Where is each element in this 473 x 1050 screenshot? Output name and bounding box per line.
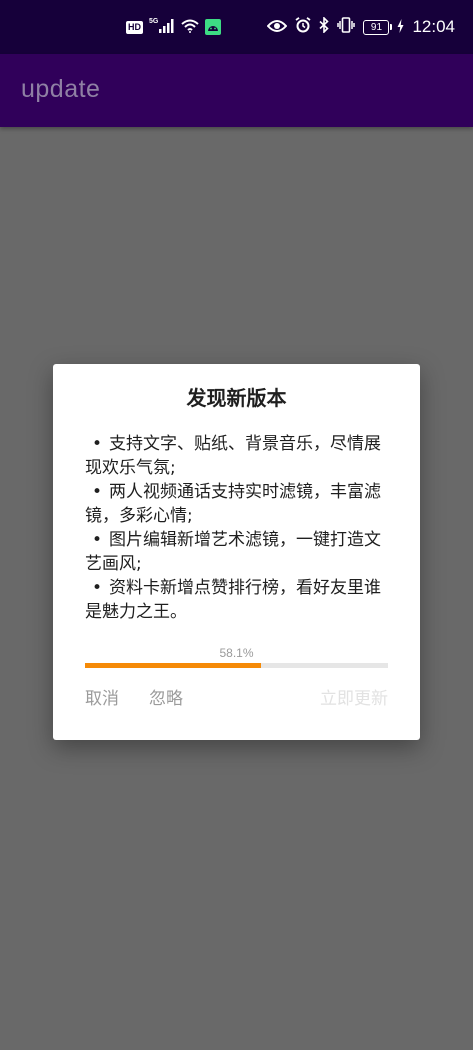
status-left-icons: HD 5G (126, 0, 222, 54)
hd-icon: HD (126, 20, 143, 34)
changelog-item: 图片编辑新增艺术滤镜，一键打造文艺画风; (85, 528, 390, 576)
cancel-button[interactable]: 取消 (85, 682, 119, 716)
dialog-title: 发现新版本 (186, 386, 287, 410)
battery-icon: 91 (363, 19, 393, 35)
alarm-icon (295, 17, 311, 37)
android-icon (205, 19, 222, 35)
update-now-button[interactable]: 立即更新 (320, 682, 388, 716)
app-title: update (21, 75, 101, 103)
changelog-list: 支持文字、贴纸、背景音乐，尽情展现欢乐气氛; 两人视频通话支持实时滤镜，丰富滤镜… (85, 432, 390, 624)
eye-icon (267, 18, 288, 37)
signal-icon (159, 18, 175, 37)
bluetooth-icon (319, 16, 330, 37)
update-dialog: 发现新版本 支持文字、贴纸、背景音乐，尽情展现欢乐气氛; 两人视频通话支持实时滤… (53, 364, 420, 740)
vibrate-icon (337, 17, 356, 37)
ignore-button[interactable]: 忽略 (149, 682, 183, 716)
changelog-item: 支持文字、贴纸、背景音乐，尽情展现欢乐气氛; (85, 432, 390, 480)
app-bar: update (0, 54, 473, 127)
changelog-item: 两人视频通话支持实时滤镜，丰富滤镜，多彩心情; (85, 480, 390, 528)
progress-percent: 58.1% (219, 646, 254, 660)
status-clock: 12:04 (412, 17, 455, 36)
wifi-icon (181, 18, 200, 37)
status-right-icons: 91 12:04 (267, 0, 455, 54)
progress-fill (85, 663, 262, 668)
charging-icon (397, 18, 404, 37)
status-bar: HD 5G 91 12:04 (0, 0, 473, 54)
network-type-label: 5G (149, 17, 159, 25)
download-progress-bar (85, 663, 388, 668)
changelog-item: 资料卡新增点赞排行榜，看好友里谁是魅力之王。 (85, 576, 390, 624)
